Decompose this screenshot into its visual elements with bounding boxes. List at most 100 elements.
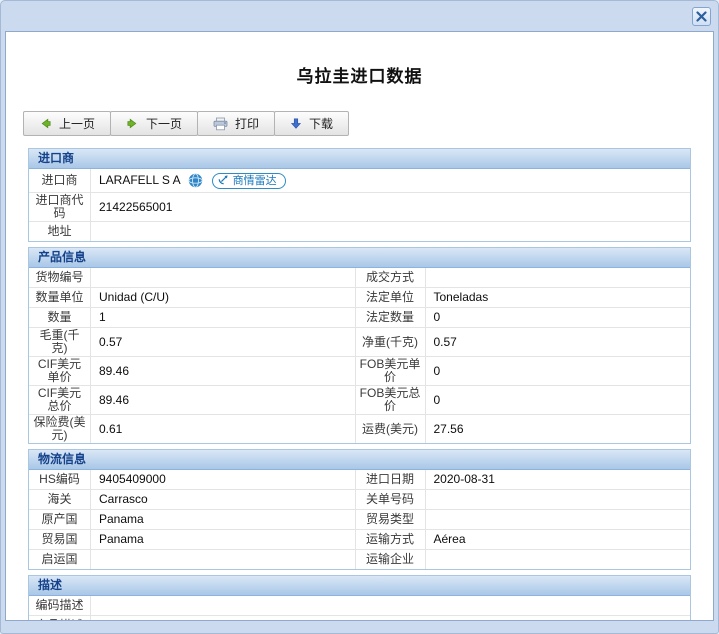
page-title: 乌拉圭进口数据 (6, 62, 713, 87)
field-value: 0 (426, 357, 691, 385)
close-button[interactable] (692, 7, 711, 26)
field-value: 89.46 (91, 386, 356, 414)
table-row: 毛重(千克)0.57净重(千克)0.57 (29, 327, 690, 356)
button-label: 打印 (235, 115, 259, 132)
table-row: HS编码9405409000进口日期2020-08-31 (29, 470, 690, 489)
radar-icon (218, 173, 230, 189)
field-value: 0.57 (426, 328, 691, 356)
field-value (91, 596, 690, 615)
field-label: 产品描述 (29, 616, 91, 621)
print-button[interactable]: 打印 (197, 111, 275, 136)
field-value: 1 (91, 308, 356, 327)
field-label: FOB美元总价 (355, 386, 426, 414)
table-row: 进口商代码21422565001 (29, 192, 690, 221)
section-description: 描述 编码描述产品描述TIRAS LED (28, 575, 691, 621)
field-label: CIF美元单价 (29, 357, 91, 385)
field-value: Toneladas (426, 288, 691, 307)
dialog-titlebar (1, 1, 718, 31)
button-label: 上一页 (59, 115, 95, 132)
field-value (91, 268, 356, 287)
section-header-logistics: 物流信息 (29, 450, 690, 470)
next-page-button[interactable]: 下一页 (110, 111, 198, 136)
field-label: 毛重(千克) (29, 328, 91, 356)
section-importer: 进口商 进口商LARAFELL S A商情雷达进口商代码21422565001地… (28, 148, 691, 242)
table-row: CIF美元单价89.46FOB美元单价0 (29, 356, 690, 385)
section-header-importer: 进口商 (29, 149, 690, 169)
field-value (91, 222, 690, 241)
printer-icon (213, 117, 228, 131)
download-button[interactable]: 下载 (274, 111, 349, 136)
field-value: 21422565001 (91, 193, 690, 221)
field-label: 贸易国 (29, 530, 91, 549)
field-value: 0 (426, 386, 691, 414)
field-label: 货物编号 (29, 268, 91, 287)
field-label: 成交方式 (355, 268, 426, 287)
field-label: 净重(千克) (355, 328, 426, 356)
arrow-right-icon (126, 117, 139, 130)
field-value: 9405409000 (91, 470, 356, 489)
field-value: 0.57 (91, 328, 356, 356)
table-row: 货物编号 成交方式 (29, 268, 690, 287)
field-label: 进口商代码 (29, 193, 91, 221)
field-label: 关单号码 (355, 490, 426, 509)
table-row: 海关Carrasco关单号码 (29, 489, 690, 509)
field-label: HS编码 (29, 470, 91, 489)
table-row: 数量单位Unidad (C/U)法定单位Toneladas (29, 287, 690, 307)
table-row: CIF美元总价89.46FOB美元总价0 (29, 385, 690, 414)
table-row: 地址 (29, 221, 690, 241)
button-label: 下载 (309, 115, 333, 132)
table-row: 贸易国Panama运输方式Aérea (29, 529, 690, 549)
field-value: Unidad (C/U) (91, 288, 356, 307)
field-value (426, 268, 691, 287)
dialog: 乌拉圭进口数据 上一页 下一页 (0, 0, 719, 634)
data-sections: 进口商 进口商LARAFELL S A商情雷达进口商代码21422565001地… (28, 148, 691, 621)
close-icon (696, 11, 707, 22)
field-value: 0 (426, 308, 691, 327)
prev-page-button[interactable]: 上一页 (23, 111, 111, 136)
table-row: 编码描述 (29, 596, 690, 615)
field-value: Panama (91, 510, 356, 529)
table-row: 数量1法定数量0 (29, 307, 690, 327)
field-value: Panama (91, 530, 356, 549)
field-value (426, 550, 691, 569)
field-label: 原产国 (29, 510, 91, 529)
field-value: TIRAS LED (91, 616, 690, 621)
field-value: 2020-08-31 (426, 470, 691, 489)
button-label: 下一页 (146, 115, 182, 132)
section-header-product: 产品信息 (29, 248, 690, 268)
field-value (426, 490, 691, 509)
business-radar-badge[interactable]: 商情雷达 (212, 173, 286, 189)
dialog-content: 乌拉圭进口数据 上一页 下一页 (5, 31, 714, 621)
field-value (426, 510, 691, 529)
section-product-info: 产品信息 货物编号成交方式数量单位Unidad (C/U)法定单位Tonelad… (28, 247, 691, 444)
field-label: CIF美元总价 (29, 386, 91, 414)
arrow-down-icon (290, 117, 302, 130)
field-value: 0.61 (91, 415, 356, 443)
field-label: 保险费(美元) (29, 415, 91, 443)
toolbar: 上一页 下一页 打印 (23, 111, 713, 136)
field-label: 海关 (29, 490, 91, 509)
field-label: 启运国 (29, 550, 91, 569)
field-label: FOB美元单价 (355, 357, 426, 385)
field-value: Aérea (426, 530, 691, 549)
globe-icon[interactable] (188, 173, 203, 188)
field-label: 地址 (29, 222, 91, 241)
field-value: 27.56 (426, 415, 691, 443)
table-row: 进口商LARAFELL S A商情雷达 (29, 169, 690, 192)
table-row: 保险费(美元)0.61运费(美元)27.56 (29, 414, 690, 443)
table-row: 产品描述TIRAS LED (29, 615, 690, 621)
table-row: 原产国Panama贸易类型 (29, 509, 690, 529)
field-label: 数量单位 (29, 288, 91, 307)
field-value (91, 550, 356, 569)
section-header-description: 描述 (29, 576, 690, 596)
badge-label: 商情雷达 (233, 174, 277, 188)
field-label: 进口日期 (355, 470, 426, 489)
field-label: 编码描述 (29, 596, 91, 615)
arrow-left-icon (39, 117, 52, 130)
field-label: 贸易类型 (355, 510, 426, 529)
field-label: 法定单位 (355, 288, 426, 307)
field-label: 运输方式 (355, 530, 426, 549)
field-label: 法定数量 (355, 308, 426, 327)
field-label: 运费(美元) (355, 415, 426, 443)
field-label: 进口商 (29, 169, 91, 192)
